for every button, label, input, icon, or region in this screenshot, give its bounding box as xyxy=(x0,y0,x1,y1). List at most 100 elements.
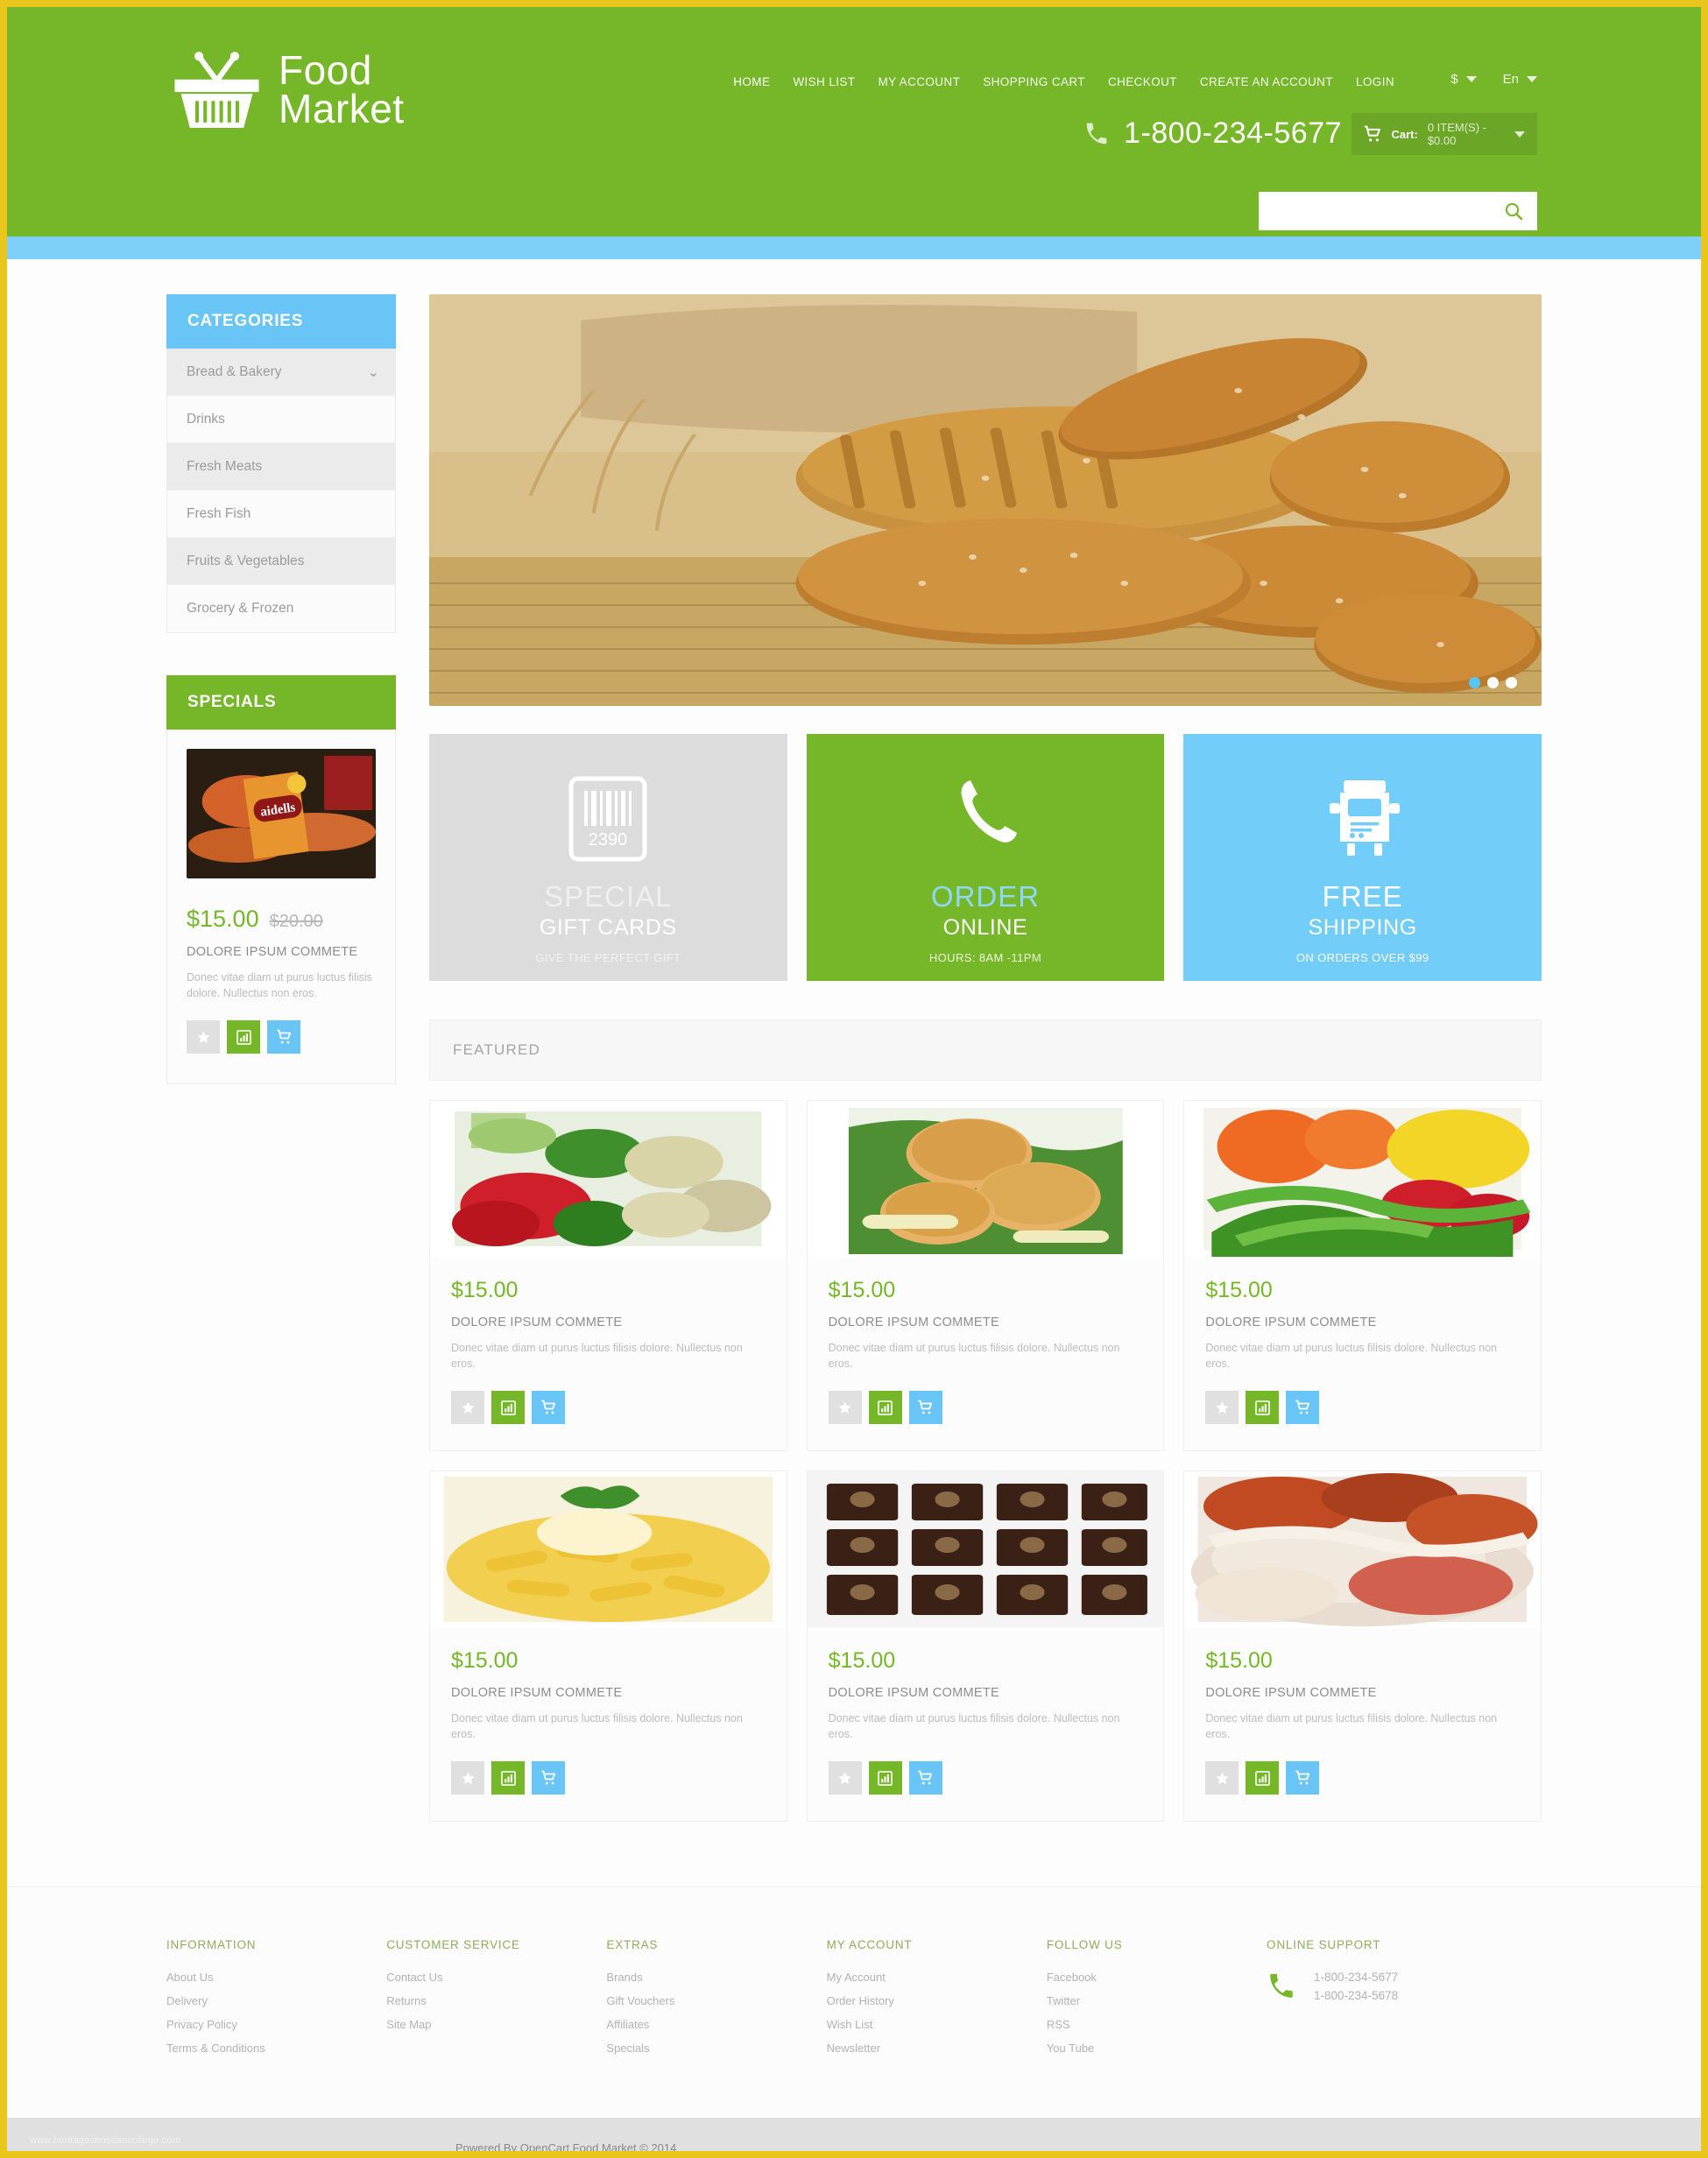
slider-dot-2[interactable] xyxy=(1487,677,1499,688)
wishlist-button[interactable] xyxy=(1205,1761,1239,1795)
search-input[interactable] xyxy=(1259,192,1490,230)
category-label: Fresh Fish xyxy=(187,505,251,521)
promo-line-2: GIFT CARDS xyxy=(539,915,677,940)
nav-item-create-an-account[interactable]: CREATE AN ACCOUNT xyxy=(1200,75,1333,88)
wishlist-button[interactable] xyxy=(451,1761,484,1795)
sidebar-item-grocery-frozen[interactable]: Grocery & Frozen xyxy=(167,585,395,632)
wishlist-button[interactable] xyxy=(187,1020,220,1054)
add-to-cart-button[interactable] xyxy=(908,1761,942,1795)
sidebar-item-fruits-vegetables[interactable]: Fruits & Vegetables xyxy=(167,538,395,585)
promo-free-shipping[interactable]: FREE SHIPPING ON ORDERS OVER $99 xyxy=(1183,734,1542,981)
nav-item-checkout[interactable]: CHECKOUT xyxy=(1108,75,1177,88)
footer-link-delivery[interactable]: Delivery xyxy=(166,1994,386,2007)
footer-link-wish-list[interactable]: Wish List xyxy=(827,2018,1047,2031)
barcode-icon: 2390 xyxy=(568,776,647,861)
footer-link-terms-conditions[interactable]: Terms & Conditions xyxy=(166,2042,386,2055)
nav-item-wish-list[interactable]: WISH LIST xyxy=(793,75,855,88)
cart-icon xyxy=(1364,125,1380,142)
footer-link-site-map[interactable]: Site Map xyxy=(386,2018,606,2031)
sidebar-item-bread-bakery[interactable]: Bread & Bakery ⌄ xyxy=(167,349,395,396)
footer-link-my-account[interactable]: My Account xyxy=(827,1971,1047,1984)
slider-dot-3[interactable] xyxy=(1506,677,1517,688)
footer-link-contact-us[interactable]: Contact Us xyxy=(386,1971,606,1984)
footer-heading: INFORMATION xyxy=(166,1938,257,1951)
product-image[interactable] xyxy=(807,1101,1164,1257)
compare-button[interactable] xyxy=(491,1761,525,1795)
add-to-cart-button[interactable] xyxy=(532,1761,565,1795)
promo-line-3: ON ORDERS OVER $99 xyxy=(1295,951,1429,964)
slider-dot-1[interactable] xyxy=(1469,677,1480,688)
add-to-cart-button[interactable] xyxy=(908,1391,942,1424)
wishlist-button[interactable] xyxy=(451,1391,484,1424)
hero-slider[interactable] xyxy=(429,294,1542,706)
currency-switcher[interactable]: $ xyxy=(1450,72,1477,87)
footer-link-youtube[interactable]: You Tube xyxy=(1047,2042,1267,2055)
product-title[interactable]: DOLORE IPSUM COMMETE xyxy=(451,1686,766,1700)
sidebar-item-drinks[interactable]: Drinks xyxy=(167,396,395,443)
product-title[interactable]: DOLORE IPSUM COMMETE xyxy=(187,945,376,959)
footer-link-gift-vouchers[interactable]: Gift Vouchers xyxy=(606,1994,826,2007)
footer-link-newsletter[interactable]: Newsletter xyxy=(827,2042,1047,2055)
site-header: Food Market HOME WISH LIST MY ACCOUNT SH… xyxy=(7,7,1701,236)
footer-link-facebook[interactable]: Facebook xyxy=(1047,1971,1267,1984)
product-image[interactable] xyxy=(807,1471,1164,1627)
support-phone-2: 1-800-234-5678 xyxy=(1314,1989,1399,2002)
product-actions xyxy=(828,1391,1143,1424)
footer-link-affiliates[interactable]: Affiliates xyxy=(606,2018,826,2031)
sidebar-item-fresh-fish[interactable]: Fresh Fish xyxy=(167,490,395,538)
site-logo[interactable]: Food Market xyxy=(171,49,405,130)
compare-button[interactable] xyxy=(227,1020,260,1054)
product-title[interactable]: DOLORE IPSUM COMMETE xyxy=(829,1686,1143,1700)
nav-item-login[interactable]: LOGIN xyxy=(1356,75,1394,88)
add-to-cart-button[interactable] xyxy=(1286,1391,1320,1424)
language-switcher[interactable]: En xyxy=(1503,72,1537,87)
wishlist-button[interactable] xyxy=(1205,1391,1239,1424)
wishlist-button[interactable] xyxy=(828,1391,862,1424)
compare-button[interactable] xyxy=(868,1391,902,1424)
copyright-text: Powered By OpenCart Food Market © 2014 xyxy=(455,2140,677,2154)
star-icon xyxy=(461,1771,475,1784)
promo-gift-cards[interactable]: 2390 SPECIAL GIFT CARDS GIVE THE PERFECT… xyxy=(429,734,787,981)
product-title[interactable]: DOLORE IPSUM COMMETE xyxy=(1205,1686,1520,1700)
wishlist-button[interactable] xyxy=(828,1761,862,1795)
footer-link-rss[interactable]: RSS xyxy=(1047,2018,1267,2031)
product-image[interactable] xyxy=(1184,1101,1541,1257)
footer-link-twitter[interactable]: Twitter xyxy=(1047,1994,1267,2007)
product-price: $15.00 xyxy=(451,1278,519,1302)
product-actions xyxy=(451,1761,766,1795)
star-icon xyxy=(196,1030,210,1043)
add-to-cart-button[interactable] xyxy=(267,1020,300,1054)
product-title[interactable]: DOLORE IPSUM COMMETE xyxy=(451,1315,766,1329)
footer-link-returns[interactable]: Returns xyxy=(386,1994,606,2007)
footer-link-privacy-policy[interactable]: Privacy Policy xyxy=(166,2018,386,2031)
footer-link-brands[interactable]: Brands xyxy=(606,1971,826,1984)
compare-button[interactable] xyxy=(1246,1761,1280,1795)
cart-dropdown[interactable]: Cart: 0 ITEM(S) - $0.00 xyxy=(1352,113,1537,155)
nav-item-home[interactable]: HOME xyxy=(733,75,770,88)
star-icon xyxy=(1216,1771,1229,1784)
product-image[interactable] xyxy=(430,1471,787,1627)
footer-link-order-history[interactable]: Order History xyxy=(827,1994,1047,2007)
promo-order-online[interactable]: ORDER ONLINE HOURS: 8AM -11PM xyxy=(806,734,1165,981)
sidebar-item-fresh-meats[interactable]: Fresh Meats xyxy=(167,443,395,490)
product-image[interactable] xyxy=(1184,1471,1541,1627)
footer-link-about-us[interactable]: About Us xyxy=(166,1971,386,1984)
compare-button[interactable] xyxy=(868,1761,902,1795)
product-title[interactable]: DOLORE IPSUM COMMETE xyxy=(1205,1315,1520,1329)
product-card-body: $15.00 DOLORE IPSUM COMMETE Donec vitae … xyxy=(1184,1627,1541,1795)
nav-item-my-account[interactable]: MY ACCOUNT xyxy=(878,75,960,88)
product-image[interactable] xyxy=(430,1101,787,1257)
compare-button[interactable] xyxy=(1246,1391,1280,1424)
promo-line-1: ORDER xyxy=(930,880,1041,913)
add-to-cart-button[interactable] xyxy=(532,1391,565,1424)
chart-bars-icon xyxy=(1255,1400,1270,1415)
search-button[interactable] xyxy=(1490,192,1537,230)
site-footer: INFORMATION About Us Delivery Privacy Po… xyxy=(7,1886,1701,2118)
product-title[interactable]: DOLORE IPSUM COMMETE xyxy=(829,1315,1143,1329)
special-product-image[interactable]: aidells xyxy=(187,749,376,878)
nav-item-shopping-cart[interactable]: SHOPPING CART xyxy=(983,75,1085,88)
product-old-price: $20.00 xyxy=(269,912,323,931)
footer-link-specials[interactable]: Specials xyxy=(606,2042,826,2055)
add-to-cart-button[interactable] xyxy=(1286,1761,1320,1795)
compare-button[interactable] xyxy=(491,1391,525,1424)
